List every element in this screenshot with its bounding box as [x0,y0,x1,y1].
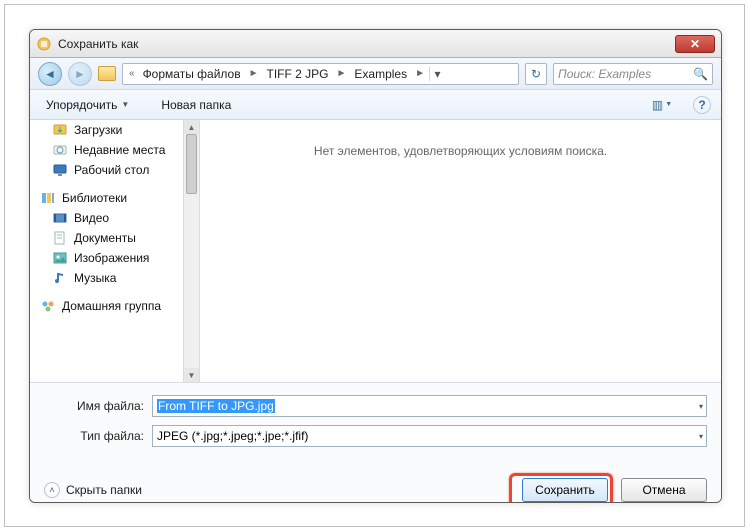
sidebar-item-label: Музыка [74,271,116,285]
sidebar-item-images[interactable]: Изображения [30,248,199,268]
sidebar-item-label: Загрузки [74,123,122,137]
titlebar[interactable]: Сохранить как ✕ [30,30,721,58]
chevron-down-icon: ▼ [665,101,672,108]
filetype-value: JPEG (*.jpg;*.jpeg;*.jpe;*.jfif) [157,429,308,443]
tutorial-highlight: Сохранить [509,473,613,503]
help-icon: ? [698,98,705,112]
chevron-up-icon: ˄ [44,482,60,498]
sidebar-item-homegroup[interactable]: Домашняя группа [30,296,199,316]
new-folder-label: Новая папка [161,98,231,112]
scroll-down-icon[interactable]: ▼ [184,368,199,382]
crumb-lead-icon: « [127,68,137,79]
search-input[interactable]: Поиск: Examples 🔍 [553,63,713,85]
search-icon: 🔍 [693,67,708,81]
sidebar-item-video[interactable]: Видео [30,208,199,228]
forward-button[interactable]: ► [68,62,92,86]
window-title: Сохранить как [58,37,675,51]
footer: ˄ Скрыть папки Сохранить Отмена [30,465,721,503]
app-icon [36,36,52,52]
breadcrumb-item[interactable]: Форматы файлов [139,66,245,82]
refresh-button[interactable]: ↻ [525,63,547,85]
video-icon [52,210,68,226]
navigation-pane[interactable]: Загрузки Недавние места Рабочий стол Биб… [30,120,200,382]
sidebar-item-label: Домашняя группа [62,299,161,313]
libraries-icon [40,190,56,206]
breadcrumb-item[interactable]: Examples [350,66,411,82]
scroll-up-icon[interactable]: ▲ [184,120,199,134]
chevron-down-icon: ▼ [121,100,129,109]
sidebar-scrollbar[interactable]: ▲ ▼ [183,120,199,382]
form-area: Имя файла: From TIFF to JPG.jpg ▾ Тип фа… [30,382,721,465]
desktop-icon [52,162,68,178]
organize-button[interactable]: Упорядочить ▼ [40,95,135,115]
navbar: ◄ ► « Форматы файлов ► TIFF 2 JPG ► Exam… [30,58,721,90]
chevron-down-icon[interactable]: ▾ [699,402,703,411]
filetype-field[interactable]: JPEG (*.jpg;*.jpeg;*.jpe;*.jfif) ▾ [152,425,707,447]
sidebar-item-label: Изображения [74,251,149,265]
documents-icon [52,230,68,246]
save-button[interactable]: Сохранить [522,478,608,502]
music-icon [52,270,68,286]
view-button[interactable]: ▥▼ [651,95,673,115]
body-area: Загрузки Недавние места Рабочий стол Биб… [30,120,721,382]
close-icon: ✕ [690,37,700,51]
sidebar-item-documents[interactable]: Документы [30,228,199,248]
downloads-icon [52,122,68,138]
arrow-right-icon: ► [74,67,86,81]
sidebar-item-label: Недавние места [74,143,165,157]
outer-frame: Сохранить как ✕ ◄ ► « Форматы файлов ► T… [4,4,745,527]
filename-value: From TIFF to JPG.jpg [157,399,275,413]
view-icon: ▥ [652,98,663,112]
address-dropdown[interactable]: ▾ [429,67,445,81]
save-as-dialog: Сохранить как ✕ ◄ ► « Форматы файлов ► T… [29,29,722,503]
address-bar[interactable]: « Форматы файлов ► TIFF 2 JPG ► Examples… [122,63,519,85]
sidebar-item-label: Документы [74,231,136,245]
sidebar-item-label: Видео [74,211,109,225]
breadcrumb-item[interactable]: TIFF 2 JPG [263,66,333,82]
sidebar-group-label: Библиотеки [62,191,127,205]
sidebar-group-libraries[interactable]: Библиотеки [30,188,199,208]
sidebar-item-label: Рабочий стол [74,163,149,177]
search-placeholder: Поиск: Examples [558,67,651,81]
empty-message: Нет элементов, удовлетворяющих условиям … [314,144,607,382]
filetype-label: Тип файла: [44,429,144,443]
arrow-left-icon: ◄ [44,67,56,81]
close-button[interactable]: ✕ [675,35,715,53]
homegroup-icon [40,298,56,314]
sidebar-item-downloads[interactable]: Загрузки [30,120,199,140]
recent-icon [52,142,68,158]
help-button[interactable]: ? [693,96,711,114]
chevron-right-icon: ► [413,68,427,79]
hide-folders-button[interactable]: ˄ Скрыть папки [44,482,142,498]
cancel-button[interactable]: Отмена [621,478,707,502]
filename-field[interactable]: From TIFF to JPG.jpg ▾ [152,395,707,417]
new-folder-button[interactable]: Новая папка [155,95,237,115]
cancel-label: Отмена [642,483,685,497]
folder-icon [98,66,116,81]
images-icon [52,250,68,266]
filename-label: Имя файла: [44,399,144,413]
refresh-icon: ↻ [531,67,541,81]
organize-label: Упорядочить [46,98,117,112]
sidebar-item-recent[interactable]: Недавние места [30,140,199,160]
chevron-right-icon: ► [247,68,261,79]
back-button[interactable]: ◄ [38,62,62,86]
chevron-right-icon: ► [335,68,349,79]
toolbar: Упорядочить ▼ Новая папка ▥▼ ? [30,90,721,120]
sidebar-item-music[interactable]: Музыка [30,268,199,288]
file-list-pane[interactable]: Нет элементов, удовлетворяющих условиям … [200,120,721,382]
chevron-down-icon[interactable]: ▾ [699,432,703,441]
save-label: Сохранить [535,483,595,497]
scrollbar-thumb[interactable] [186,134,197,194]
sidebar-item-desktop[interactable]: Рабочий стол [30,160,199,180]
hide-folders-label: Скрыть папки [66,483,142,497]
